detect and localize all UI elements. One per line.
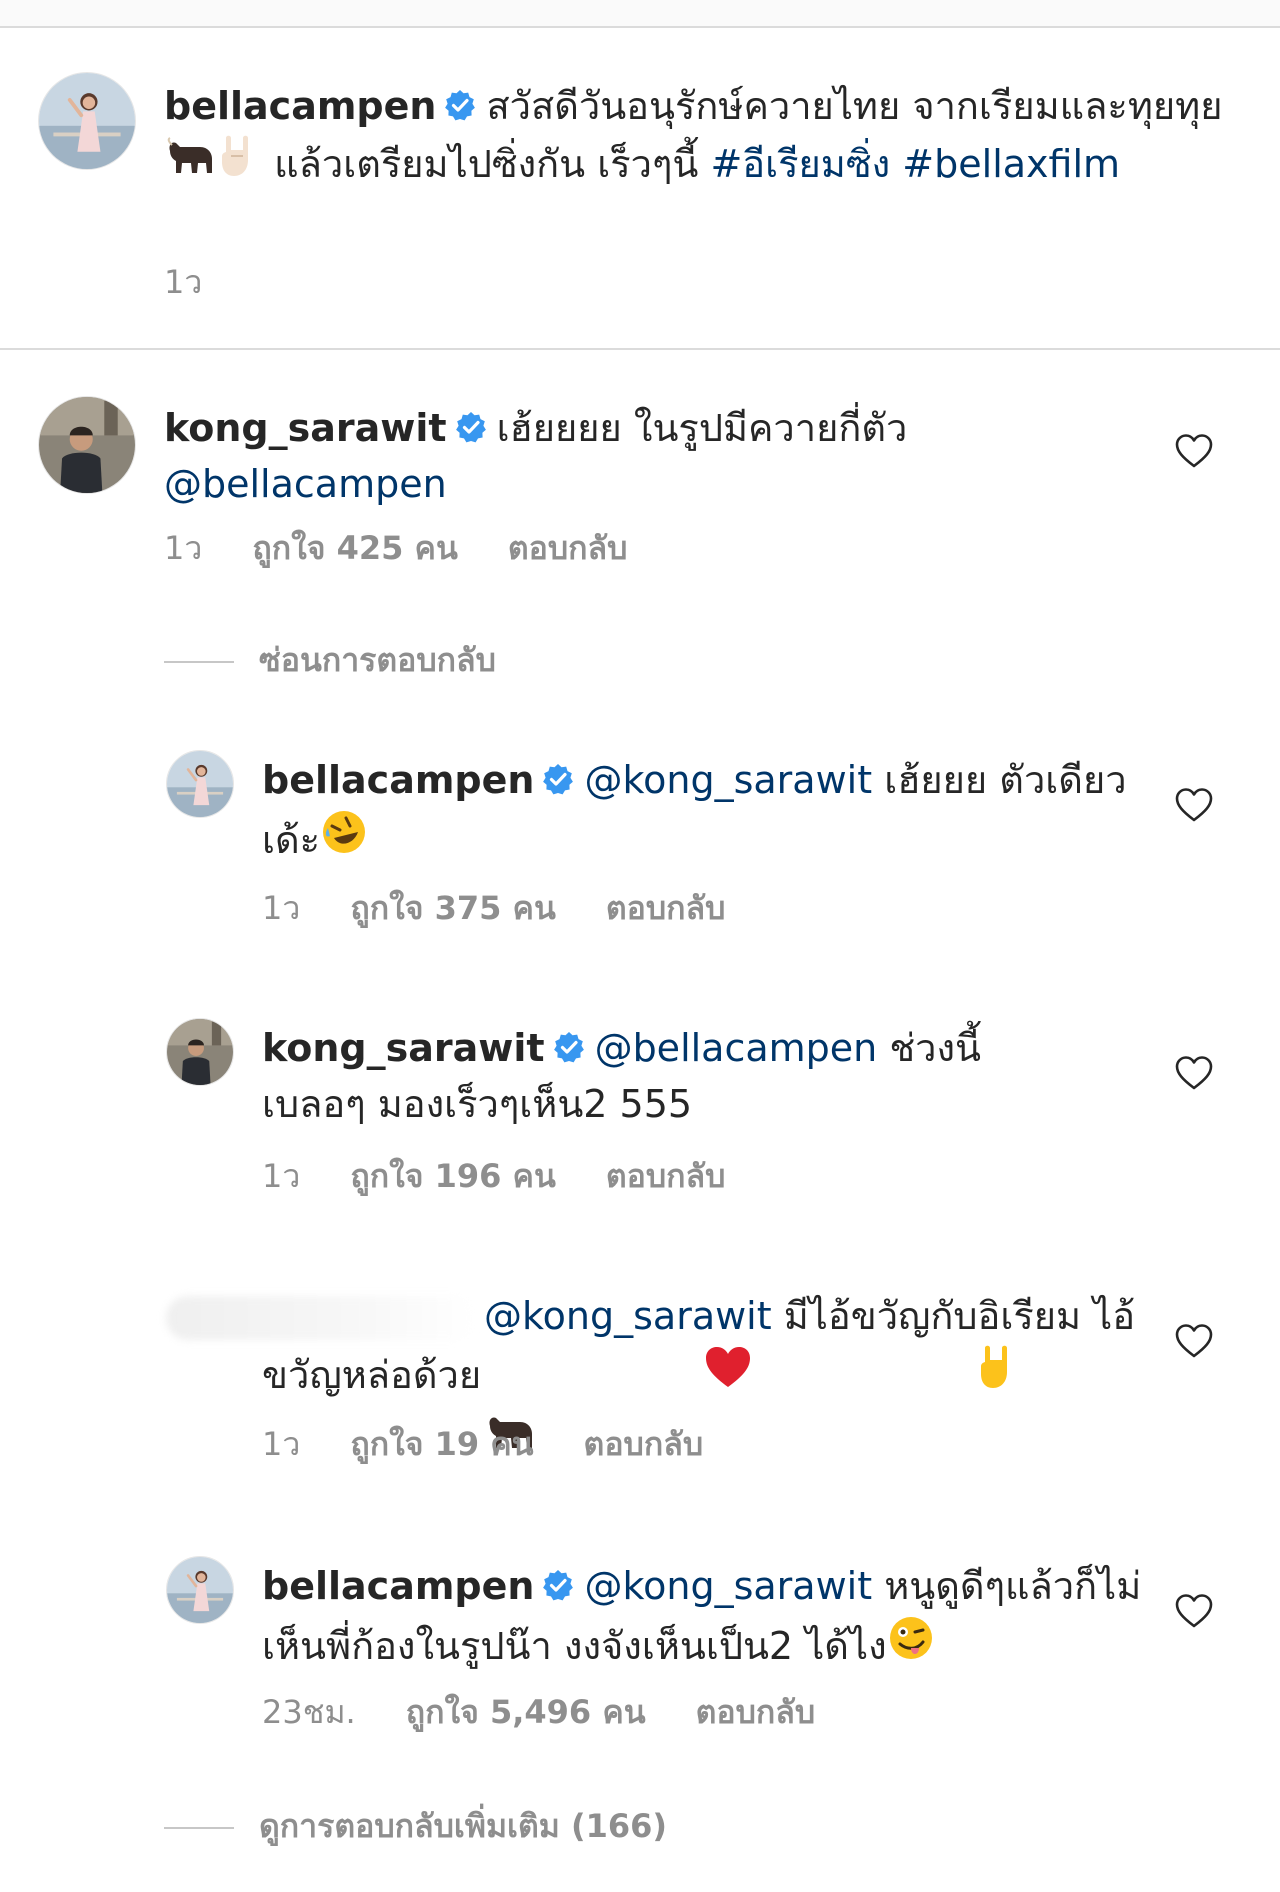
comment-username[interactable]: kong_sarawit — [164, 406, 447, 450]
mention-link[interactable]: @bellacampen — [595, 1026, 878, 1070]
avatar[interactable] — [166, 750, 234, 818]
reply-username[interactable]: bellacampen — [262, 758, 534, 802]
section-divider — [0, 348, 1280, 350]
top-bar — [0, 0, 1280, 28]
verified-badge-icon — [444, 88, 477, 121]
heart-icon[interactable] — [1174, 1322, 1214, 1360]
likes-count[interactable]: ถูกใจ 5,496 คน — [406, 1693, 646, 1731]
mention-link[interactable]: @kong_sarawit — [484, 1294, 772, 1338]
thread-line — [164, 1827, 234, 1829]
avatar[interactable] — [38, 72, 136, 170]
red-heart-emoji — [481, 1344, 753, 1405]
mention-link[interactable]: @kong_sarawit — [584, 1564, 872, 1608]
thread-line — [164, 661, 234, 663]
caption-text-1: สวัสดีวันอนุรักษ์ควายไทย จากเรียมและทุยท… — [486, 84, 1223, 128]
rock-hand-emoji — [216, 134, 262, 193]
caption-time[interactable]: 1ว — [164, 263, 202, 301]
verified-badge-icon — [542, 1568, 575, 1601]
avatar[interactable] — [38, 396, 136, 494]
hashtag-link[interactable]: #bellaxfilm — [902, 142, 1120, 186]
view-more-replies-button[interactable]: ดูการตอบกลับเพิ่มเติม (166) — [164, 1806, 667, 1846]
reply-meta: 1ว ถูกใจ 19 คน ตอบกลับ — [262, 1424, 753, 1464]
reply-username[interactable]: bellacampen — [262, 1564, 534, 1608]
verified-badge-icon — [552, 1030, 585, 1063]
reply-text: kong_sarawit @bellacampen ช่วงนี้เบลอๆ มอ… — [262, 1020, 1002, 1132]
post-caption: bellacampen สวัสดีวันอนุรักษ์ควายไทย จากเ… — [164, 78, 1244, 199]
heart-icon[interactable] — [1174, 1592, 1214, 1630]
avatar[interactable] — [166, 1018, 234, 1086]
reply-button[interactable]: ตอบกลับ — [584, 1425, 704, 1463]
reply-time[interactable]: 1ว — [262, 889, 300, 927]
hide-replies-label: ซ่อนการตอบกลับ — [259, 641, 496, 679]
view-more-replies-label: ดูการตอบกลับเพิ่มเติม (166) — [259, 1807, 668, 1845]
reply-time[interactable]: 23ชม. — [262, 1693, 356, 1731]
reply-text: bellacampen @kong_sarawit หนูดูดีๆแล้วก็ไ… — [262, 1558, 1162, 1683]
verified-badge-icon — [454, 410, 487, 443]
reply-meta: 1ว ถูกใจ 375 คน ตอบกลับ — [262, 888, 775, 928]
reply-button[interactable]: ตอบกลับ — [606, 889, 726, 927]
ox-emoji — [164, 136, 216, 192]
likes-count[interactable]: ถูกใจ 375 คน — [350, 889, 555, 927]
heart-icon[interactable] — [1174, 786, 1214, 824]
comment-text: kong_sarawit เฮ้ยยยย ในรูปมีควายกี่ตัว @be… — [164, 400, 1164, 512]
hide-replies-button[interactable]: ซ่อนการตอบกลับ — [164, 640, 496, 680]
likes-count[interactable]: ถูกใจ 19 คน — [350, 1425, 533, 1463]
rock-hand-emoji — [753, 1344, 1021, 1405]
reply-meta: 23ชม. ถูกใจ 5,496 คน ตอบกลับ — [262, 1692, 865, 1732]
comment-meta: 1ว ถูกใจ 425 คน ตอบกลับ — [164, 528, 677, 568]
avatar[interactable] — [166, 1556, 234, 1624]
comment-time[interactable]: 1ว — [164, 529, 202, 567]
mention-link[interactable]: @bellacampen — [164, 462, 447, 506]
hashtag-link[interactable]: #อีเรียมซิ่ง — [710, 142, 890, 186]
reply-button[interactable]: ตอบกลับ — [508, 529, 628, 567]
heart-icon[interactable] — [1174, 432, 1214, 470]
reply-button[interactable]: ตอบกลับ — [606, 1157, 726, 1195]
reply-time[interactable]: 1ว — [262, 1425, 300, 1463]
caption-text-2: แล้วเตรียมไปซิ่งกัน เร็วๆนี้ — [274, 142, 699, 186]
verified-badge-icon — [542, 762, 575, 795]
reply-text: bellacampen @kong_sarawit เฮ้ยยย ตัวเดียว… — [262, 752, 1162, 877]
heart-icon[interactable] — [1174, 1054, 1214, 1092]
zany-face-emoji — [887, 1614, 935, 1677]
caption-meta: 1ว — [164, 262, 252, 302]
rofl-emoji — [320, 808, 368, 871]
likes-count[interactable]: ถูกใจ 425 คน — [252, 529, 457, 567]
reply-time[interactable]: 1ว — [262, 1157, 300, 1195]
comment-body: เฮ้ยยยย ในรูปมีควายกี่ตัว — [496, 406, 908, 450]
likes-count[interactable]: ถูกใจ 196 คน — [350, 1157, 555, 1195]
reply-meta: 1ว ถูกใจ 196 คน ตอบกลับ — [262, 1156, 775, 1196]
reply-button[interactable]: ตอบกลับ — [696, 1693, 816, 1731]
reply-username[interactable]: kong_sarawit — [262, 1026, 545, 1070]
mention-link[interactable]: @kong_sarawit — [584, 758, 872, 802]
caption-username[interactable]: bellacampen — [164, 84, 436, 128]
